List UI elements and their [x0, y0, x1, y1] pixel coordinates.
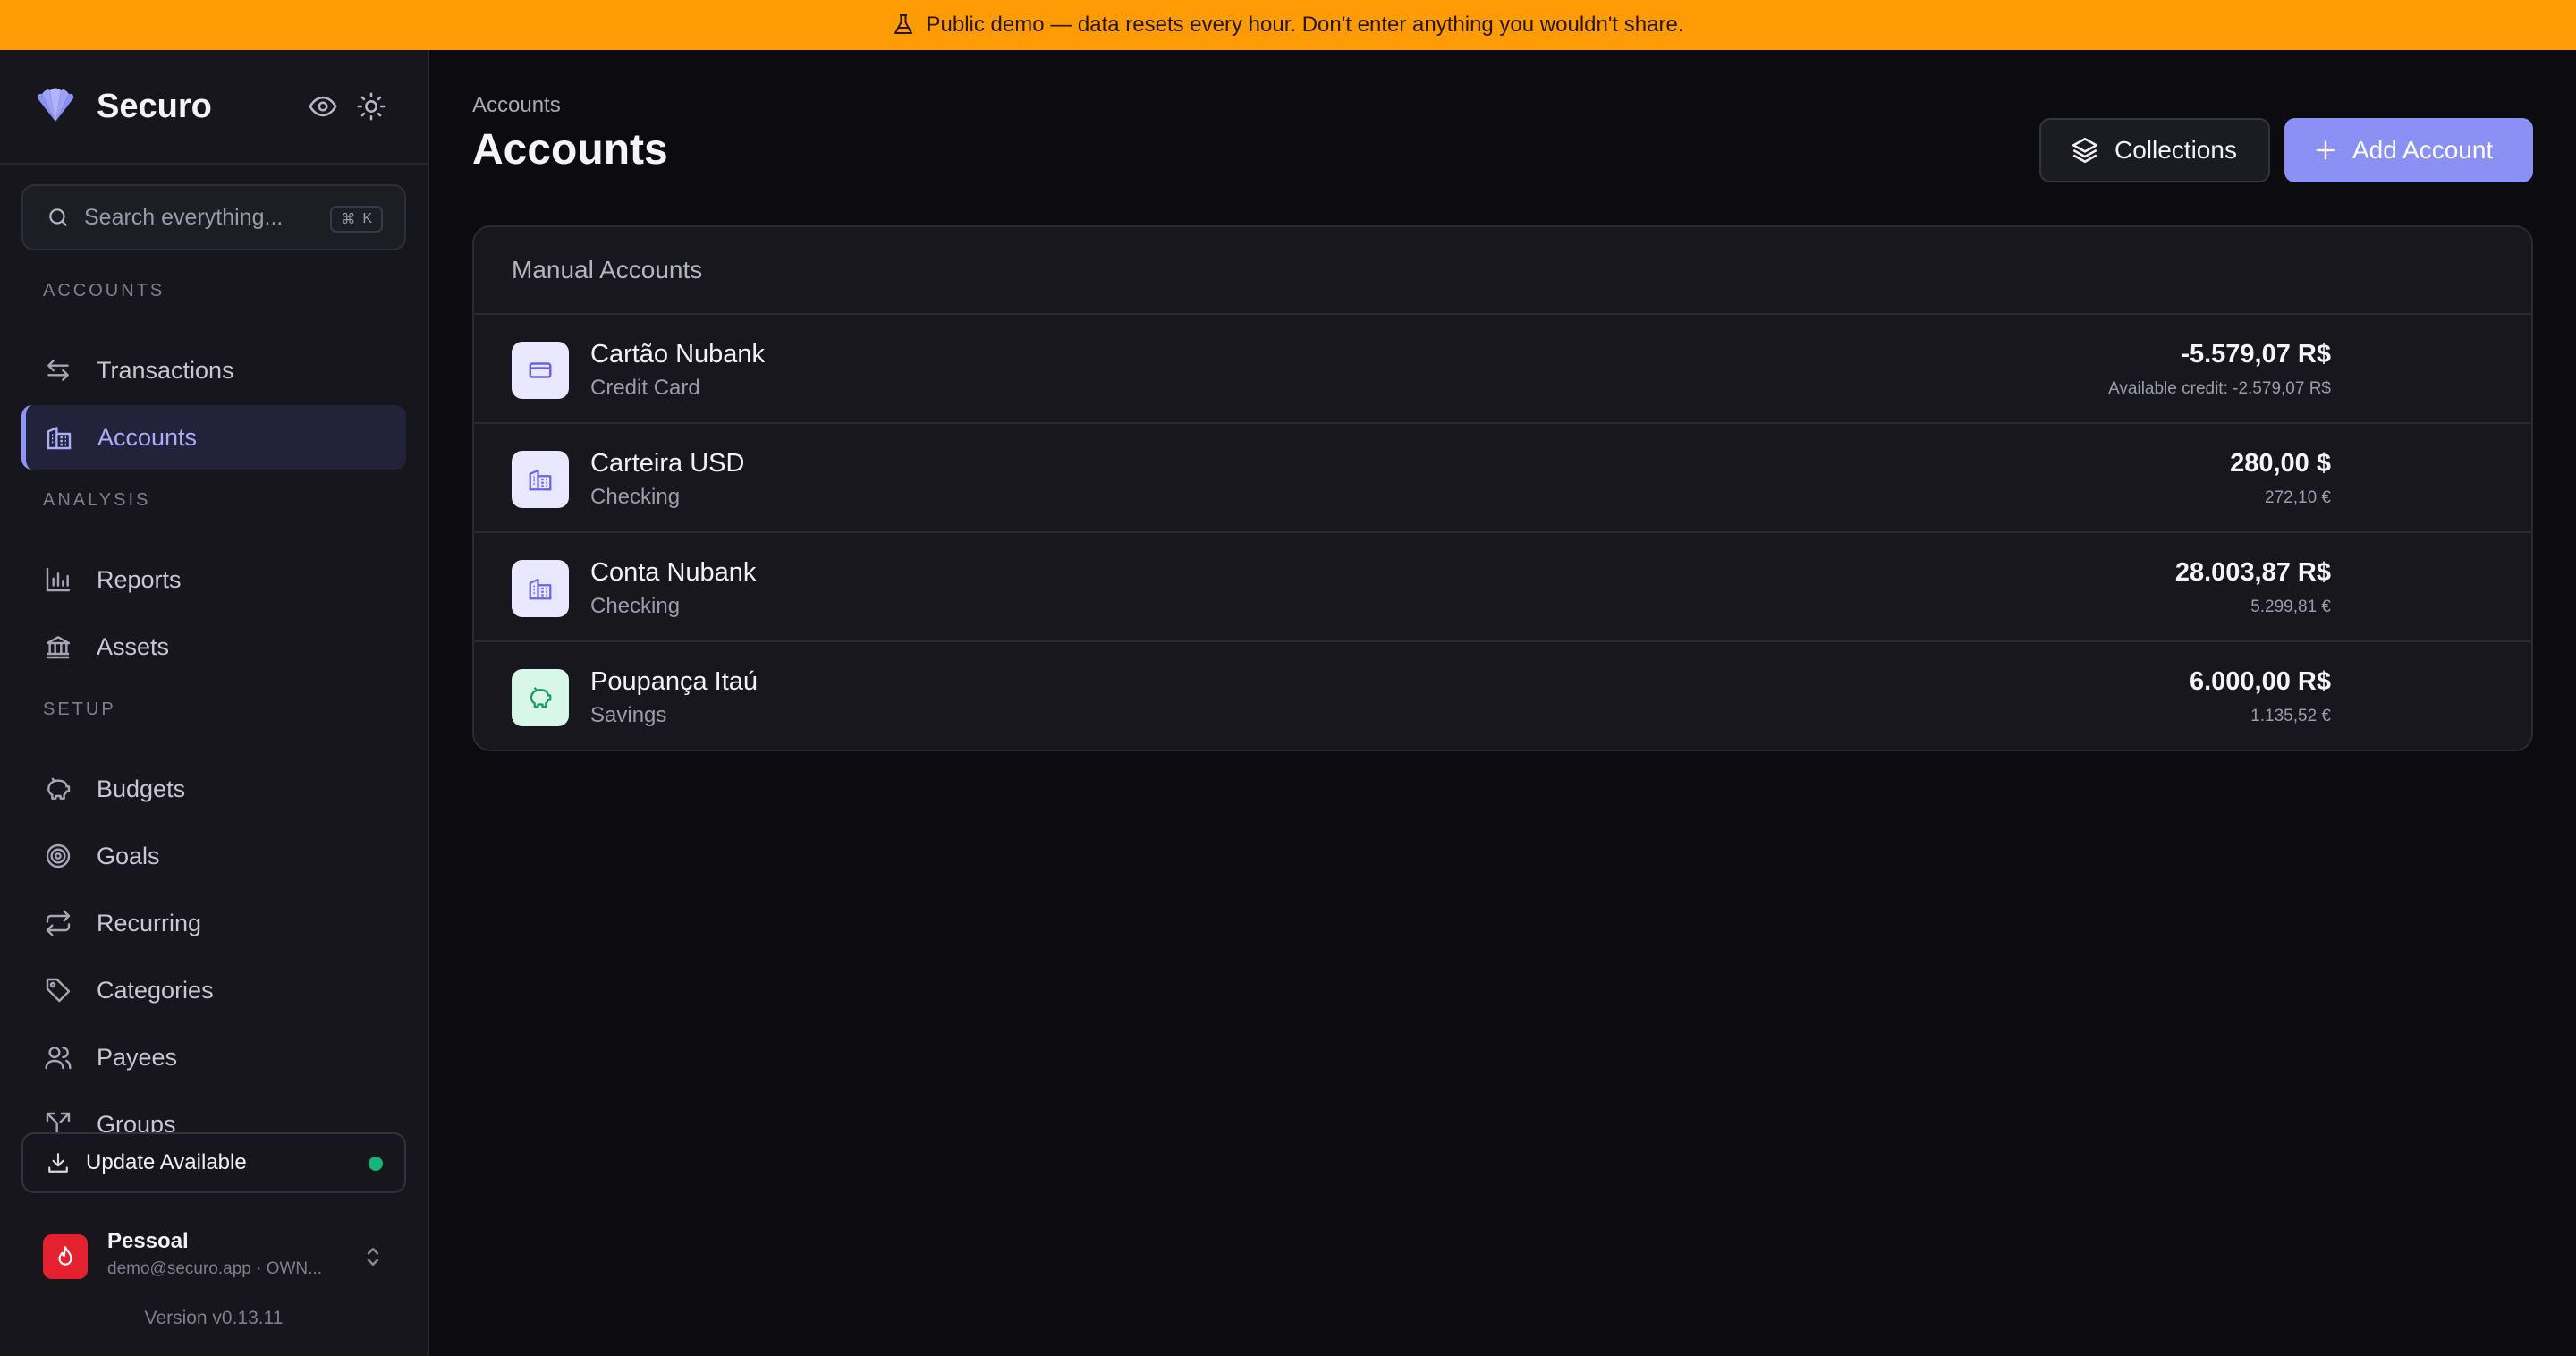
sidebar-header: Securo — [0, 50, 428, 165]
page-title: Accounts — [472, 126, 668, 174]
add-account-button[interactable]: Add Account — [2284, 118, 2533, 182]
breadcrumb[interactable]: Accounts — [472, 93, 561, 118]
sidebar-item-label: Payees — [97, 1043, 178, 1071]
sidebar-item-assets[interactable]: Assets — [21, 614, 406, 679]
sidebar-item-label: Transactions — [97, 356, 234, 384]
users-icon — [43, 1042, 73, 1072]
account-type: Checking — [590, 485, 681, 509]
sidebar-item-payees[interactable]: Payees — [21, 1025, 406, 1089]
building-icon — [512, 451, 569, 508]
profile-name: Pessoal — [107, 1229, 189, 1253]
sun-icon[interactable] — [356, 91, 386, 122]
sidebar-item-accounts[interactable]: Accounts — [21, 405, 406, 470]
collections-label: Collections — [2114, 136, 2237, 164]
account-row[interactable]: Poupança Itaú Savings 6.000,00 R$ 1.135,… — [474, 642, 2531, 750]
shortcut-key: K — [362, 211, 372, 226]
arrows-exchange-icon — [43, 355, 73, 386]
piggy-bank-icon — [43, 774, 73, 804]
account-row[interactable]: Conta Nubank Checking 28.003,87 R$ 5.299… — [474, 533, 2531, 642]
account-secondary: Available credit: -2.579,07 R$ — [2108, 379, 2331, 398]
bar-chart-icon — [43, 564, 73, 595]
account-name: Poupança Itaú — [590, 667, 758, 696]
piggy-bank-icon — [512, 669, 569, 726]
sidebar-item-goals[interactable]: Goals — [21, 824, 406, 888]
section-title-setup: SETUP — [43, 699, 116, 719]
account-secondary: 1.135,52 € — [2250, 707, 2331, 725]
building-icon — [512, 560, 569, 617]
tag-icon — [43, 975, 73, 1005]
sidebar-item-recurring[interactable]: Recurring — [21, 891, 406, 955]
credit-card-icon — [512, 342, 569, 399]
account-name: Cartão Nubank — [590, 340, 766, 369]
banner-text: Public demo — data resets every hour. Do… — [926, 13, 1684, 37]
manual-accounts-panel: Manual Accounts Cartão Nubank Credit Car… — [472, 225, 2533, 751]
bank-icon — [43, 631, 73, 662]
update-available-button[interactable]: Update Available — [21, 1132, 406, 1193]
account-name: Conta Nubank — [590, 558, 757, 587]
profile-switcher[interactable]: Pessoal demo@securo.app · OWN... — [43, 1229, 401, 1284]
app-name: Securo — [97, 88, 212, 125]
section-title-analysis: ANALYSIS — [43, 490, 151, 510]
collections-button[interactable]: Collections — [2039, 118, 2270, 182]
profile-email: demo@securo.app · OWN... — [107, 1259, 322, 1278]
sidebar-item-budgets[interactable]: Budgets — [21, 757, 406, 821]
add-account-label: Add Account — [2352, 136, 2494, 164]
account-secondary: 5.299,81 € — [2250, 597, 2331, 616]
eye-icon[interactable] — [308, 91, 338, 122]
sidebar-item-label: Goals — [97, 842, 160, 869]
account-balance: 6.000,00 R$ — [2189, 667, 2331, 696]
sidebar-item-categories[interactable]: Categories — [21, 958, 406, 1022]
account-balance: 28.003,87 R$ — [2174, 558, 2331, 587]
update-label: Update Available — [86, 1150, 247, 1174]
account-balance: 280,00 $ — [2230, 449, 2331, 478]
shortcut-mod: ⌘ — [341, 212, 356, 227]
version-label: Version v0.13.11 — [144, 1308, 284, 1328]
search-icon — [47, 206, 70, 229]
sidebar-item-label: Reports — [97, 565, 182, 593]
shortcut-badge: ⌘ K — [330, 206, 383, 233]
sidebar-item-label: Accounts — [97, 423, 198, 451]
account-secondary: 272,10 € — [2265, 488, 2331, 507]
account-type: Checking — [590, 594, 681, 618]
account-type: Credit Card — [590, 376, 700, 400]
shell-logo-icon — [34, 86, 77, 123]
sidebar-item-label: Budgets — [97, 775, 186, 802]
account-balance: -5.579,07 R$ — [2181, 340, 2331, 369]
sidebar: Securo Search everything... ⌘ K ACCOUNTS… — [0, 50, 429, 1356]
section-title-accounts: ACCOUNTS — [43, 281, 165, 301]
target-icon — [43, 841, 73, 871]
plus-icon — [2313, 138, 2338, 163]
chevron-up-down-icon — [363, 1243, 383, 1270]
account-name: Carteira USD — [590, 449, 745, 478]
search-placeholder: Search everything... — [84, 204, 284, 230]
avatar — [43, 1234, 88, 1279]
sidebar-item-label: Categories — [97, 976, 214, 1004]
sidebar-item-reports[interactable]: Reports — [21, 547, 406, 612]
demo-banner: Public demo — data resets every hour. Do… — [0, 0, 2576, 50]
flask-icon — [893, 13, 914, 37]
layers-icon — [2070, 135, 2100, 165]
repeat-icon — [43, 908, 73, 938]
account-row[interactable]: Cartão Nubank Credit Card -5.579,07 R$ A… — [474, 315, 2531, 424]
download-icon — [47, 1151, 70, 1174]
account-row[interactable]: Carteira USD Checking 280,00 $ 272,10 € — [474, 424, 2531, 533]
update-status-dot — [369, 1157, 383, 1171]
search-input[interactable]: Search everything... ⌘ K — [21, 184, 406, 250]
sidebar-item-transactions[interactable]: Transactions — [21, 338, 406, 403]
sidebar-item-label: Recurring — [97, 909, 202, 936]
sidebar-item-label: Assets — [97, 632, 170, 660]
building-icon — [44, 422, 74, 453]
account-type: Savings — [590, 703, 667, 727]
panel-title: Manual Accounts — [474, 227, 2531, 315]
